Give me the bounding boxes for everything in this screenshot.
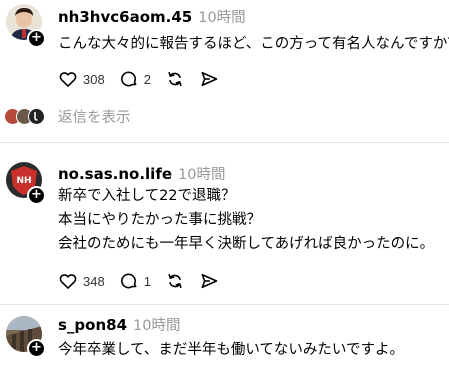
like-button[interactable]: 308	[58, 69, 105, 89]
follow-plus-icon[interactable]: +	[27, 29, 46, 48]
post-text-line: 今年卒業して、まだ半年も働いてないみたいですよ。	[58, 342, 404, 358]
action-bar: 308 2	[58, 68, 233, 90]
reply-avatar	[28, 107, 45, 125]
divider	[0, 142, 449, 143]
action-bar: 348 1	[58, 270, 233, 292]
timestamp: 10時間	[133, 318, 181, 334]
share-icon	[201, 71, 218, 87]
heart-icon	[59, 72, 77, 87]
reply-button[interactable]: 2	[119, 69, 151, 89]
post-text-line: 本当にやりたかった事に挑戦？	[58, 212, 261, 228]
follow-plus-icon[interactable]: +	[27, 186, 46, 205]
like-count: 348	[83, 273, 105, 289]
username-text[interactable]: s_pon84	[58, 316, 127, 334]
avatar-initials: NH	[16, 176, 31, 186]
share-icon	[201, 273, 218, 289]
show-replies-link[interactable]: 返信を表示	[58, 106, 131, 127]
comment-icon	[120, 273, 137, 289]
reply-button[interactable]: 1	[119, 271, 151, 291]
repost-icon	[168, 71, 182, 87]
username[interactable]: no.sas.no.life 10時間	[58, 163, 225, 184]
comment-icon	[120, 71, 137, 87]
username-text[interactable]: no.sas.no.life	[58, 165, 172, 183]
post-text-line: 新卒で入社して22で退職？	[58, 188, 236, 204]
reply-count: 2	[143, 71, 151, 87]
heart-icon	[59, 274, 77, 289]
like-count: 308	[83, 71, 105, 87]
post-text: こんな大々的に報告するほど、この方って有名人なんですか？	[58, 32, 449, 56]
post-text: 新卒で入社して22で退職？ 本当にやりたかった事に挑戦？ 会社のためにも一年早く…	[58, 184, 434, 256]
repost-button[interactable]	[165, 69, 185, 89]
post-text-line: こんな大々的に報告するほど、この方って有名人なんですか？	[58, 36, 449, 52]
share-button[interactable]	[199, 69, 219, 89]
share-button[interactable]	[199, 271, 219, 291]
username[interactable]: s_pon84 10時間	[58, 314, 180, 335]
follow-plus-icon[interactable]: +	[27, 339, 46, 358]
divider	[0, 304, 449, 305]
repost-button[interactable]	[165, 271, 185, 291]
post-text-line: 会社のためにも一年早く決断してあげれば良かったのに。	[58, 236, 435, 252]
like-button[interactable]: 348	[58, 271, 105, 291]
username[interactable]: nh3hvc6aom.45 10時間	[58, 6, 246, 27]
repost-icon	[168, 273, 182, 289]
timestamp: 10時間	[178, 167, 226, 183]
timestamp: 10時間	[198, 10, 246, 26]
reply-count: 1	[143, 273, 151, 289]
reply-avatars-row[interactable]: 返信を表示	[4, 106, 131, 126]
post-text: 今年卒業して、まだ半年も働いてないみたいですよ。	[58, 338, 404, 362]
username-text[interactable]: nh3hvc6aom.45	[58, 8, 192, 26]
